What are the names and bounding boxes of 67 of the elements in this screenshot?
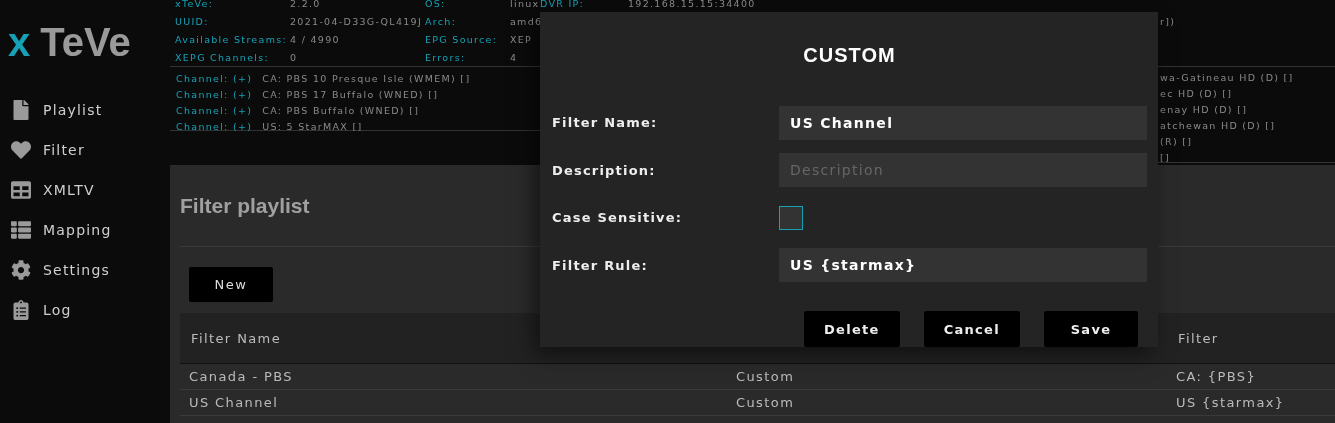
table-cell-text: CA: {PBS} <box>1175 369 1258 384</box>
log-text: CA: PBS 10 Presque Isle (WMEM) [] <box>262 72 471 84</box>
nav-item[interactable]: XMLTV <box>0 170 170 210</box>
table-cell-text: Canada - PBS <box>188 369 294 384</box>
input-field[interactable]: US {starmax} <box>779 248 1147 283</box>
log-tag: Channel: (+) <box>176 104 253 116</box>
status-label: OS: <box>425 0 447 9</box>
field-label: Filter Rule: <box>552 257 649 273</box>
status-label: DVR IP: <box>540 0 586 9</box>
status-label: UUID: <box>175 15 210 27</box>
status-value: r]) <box>1160 15 1176 27</box>
status-value: 4 / 4990 <box>290 33 341 45</box>
status-value: XEP <box>510 33 534 45</box>
nav-item[interactable]: Mapping <box>0 210 170 250</box>
nav-item[interactable]: Log <box>0 290 170 330</box>
field-label: Case Sensitive: <box>552 210 684 226</box>
status-value: 0 <box>290 51 299 63</box>
status-label: XEPG Channels: <box>175 51 270 63</box>
status-value: 2021-04-D33G-QL419J <box>290 15 424 27</box>
dialog-title: CUSTOM <box>803 44 896 68</box>
new-button[interactable]: New <box>189 267 273 302</box>
dialog-button[interactable]: Cancel <box>923 311 1020 347</box>
input-field[interactable]: US Channel <box>779 105 1147 140</box>
grid-icon <box>11 180 31 200</box>
status-label: EPG Source: <box>425 33 499 45</box>
log-text: CA: PBS 17 Buffalo (WNED) [] <box>262 88 439 100</box>
dialog-button[interactable]: Save <box>1044 311 1138 347</box>
logo: x TeVe <box>7 19 132 66</box>
field-label: Filter Name: <box>552 115 659 131</box>
log-text: enay HD (D) [] <box>1160 103 1249 115</box>
log-text: CA: PBS Buffalo (WNED) [] <box>262 104 420 116</box>
status-label: Arch: <box>425 15 458 27</box>
log-text: atchewan HD (D) [] <box>1160 119 1277 131</box>
status-value: linux <box>510 0 540 9</box>
log-text: (R) [] <box>1160 135 1194 147</box>
nav-item[interactable]: Playlist <box>0 90 170 130</box>
log-text: ec HD (D) [] <box>1160 87 1234 99</box>
nav-item[interactable]: Settings <box>0 250 170 290</box>
status-value: amd6 <box>510 15 540 27</box>
status-value: 4 <box>510 51 519 63</box>
clipboard-icon <box>11 300 31 320</box>
log-tag: Channel: (+) <box>176 120 253 132</box>
log-tag: Channel: (+) <box>176 72 253 84</box>
status-label: Available Streams: <box>175 33 288 45</box>
dialog-button[interactable]: Delete <box>803 311 900 347</box>
table-cell-text: Custom <box>735 395 796 410</box>
status-label: xTeVe: <box>175 0 215 9</box>
settings-icon <box>11 260 31 280</box>
table-cell-text: US {starmax} <box>1175 395 1286 410</box>
table-cell-text: US Channel <box>188 395 280 410</box>
status-value: 2.2.0 <box>290 0 322 9</box>
status-label: Errors: <box>425 51 467 63</box>
log-text: wa-Gatineau HD (D) [] <box>1160 71 1295 83</box>
nav-item[interactable]: Filter <box>0 130 170 170</box>
log-tag: Channel: (+) <box>176 88 253 100</box>
checkbox[interactable] <box>779 205 803 230</box>
log-text: US: 5 StarMAX [] <box>262 120 363 132</box>
column-header: Filter <box>1177 330 1220 346</box>
column-header: Filter Name <box>190 330 283 346</box>
file-icon <box>11 100 31 120</box>
page-title: Filter playlist <box>180 193 310 218</box>
field-label: Description: <box>552 162 657 178</box>
heart-icon <box>11 140 31 160</box>
table-cell-text: Custom <box>735 369 796 384</box>
list-icon <box>11 220 31 240</box>
status-value: 192.168.15.15:34400 <box>628 0 757 9</box>
log-text: [] <box>1160 151 1171 163</box>
